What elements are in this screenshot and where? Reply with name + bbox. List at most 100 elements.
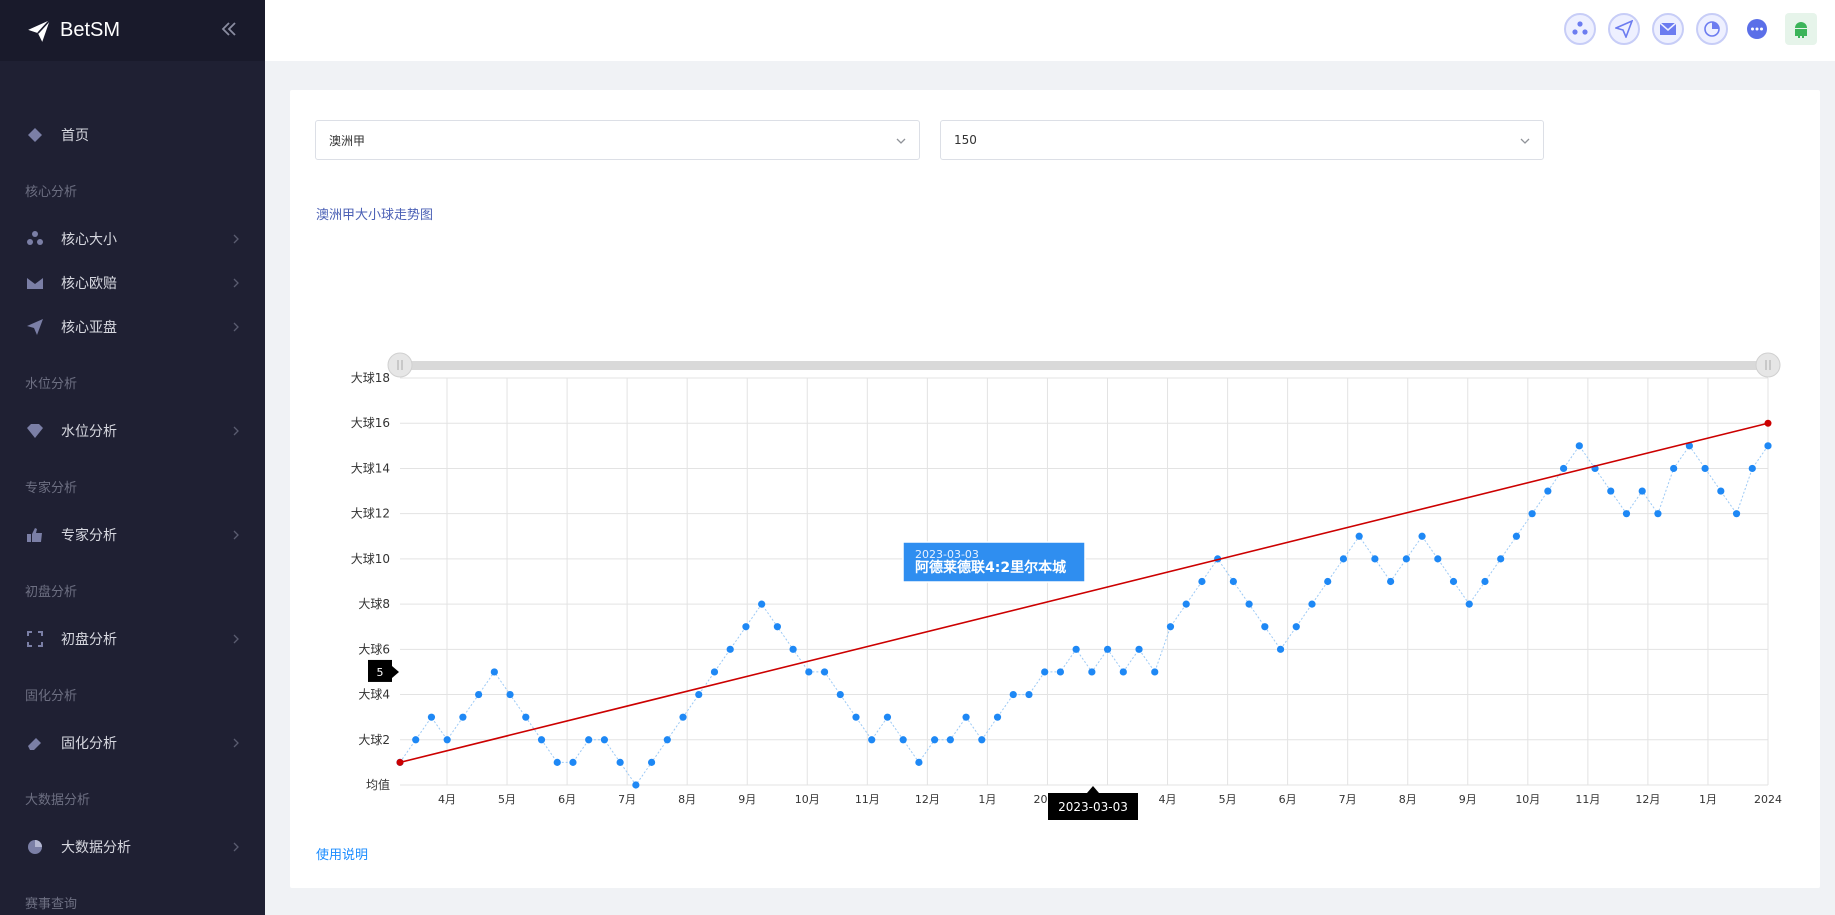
x-tick-label: 6月 — [558, 793, 576, 806]
y-tick-label: 大球4 — [358, 688, 390, 702]
data-point — [836, 690, 844, 699]
brand-name: BetSM — [60, 19, 121, 41]
chart-area[interactable]: 均值 大球2 大球4 大球6 大球8 大球10 大球12 大球14 大球16 大球18 4月 5月 6月… — [290, 240, 1820, 820]
x-tick-label: 11月 — [855, 793, 880, 806]
chart-title: 澳洲甲大小球走势图 — [316, 208, 434, 223]
data-point — [1732, 510, 1741, 518]
chart-card: 澳洲甲 150 澳洲甲大小球走势图 均值 大球2 大球4 大球6 大球8 大球10 大球12… — [290, 90, 1820, 888]
data-point — [1670, 464, 1678, 473]
data-point — [1088, 668, 1096, 676]
sidebar-menu: 首页 核心分析 核心大小 核心欧赔 核心亚盘 水位分析 水位分析 专家分析 专家… — [0, 61, 265, 915]
count-select[interactable]: 150 — [940, 120, 1544, 160]
data-point — [1041, 668, 1049, 676]
chevron-right-icon — [233, 234, 239, 244]
data-point — [1056, 668, 1065, 676]
chevron-down-icon — [896, 138, 906, 144]
sidebar-item-label: 固化分析 — [61, 736, 117, 752]
x-tick-label: 10月 — [795, 793, 820, 806]
data-point — [1607, 487, 1615, 495]
y-tick-label: 大球6 — [358, 642, 390, 656]
chevron-right-icon — [233, 634, 239, 644]
data-point — [1387, 577, 1395, 586]
envelope-icon — [26, 274, 44, 292]
data-point — [1119, 668, 1127, 676]
data-point — [1512, 532, 1521, 540]
chevron-right-icon — [233, 738, 239, 748]
group-title: 核心分析 — [25, 185, 78, 200]
chevron-right-icon — [233, 530, 239, 540]
sidebar-item-core-size[interactable]: 核心大小 — [0, 217, 265, 261]
data-point — [1701, 464, 1709, 473]
group-title: 水位分析 — [25, 377, 78, 392]
sidebar-item-label: 大数据分析 — [61, 840, 131, 856]
sidebar-item-label: 首页 — [61, 128, 89, 144]
sidebar-item-expert[interactable]: 专家分析 — [0, 513, 265, 557]
data-point — [522, 713, 530, 721]
double-chevron-left-icon[interactable] — [218, 18, 240, 40]
chat-bubble-icon[interactable] — [1741, 13, 1773, 45]
data-point — [962, 713, 970, 721]
android-icon[interactable] — [1785, 13, 1817, 45]
data-point — [1151, 668, 1159, 676]
x-tick-label: 5月 — [1219, 793, 1237, 806]
sidebar-item-home[interactable]: 首页 — [0, 113, 265, 157]
range-slider-handle[interactable] — [1755, 352, 1781, 378]
sidebar-item-core-asian[interactable]: 核心亚盘 — [0, 305, 265, 349]
data-point — [1575, 442, 1583, 450]
data-point — [1245, 600, 1253, 608]
group-title: 初盘分析 — [25, 585, 78, 600]
data-point — [475, 690, 483, 699]
data-point — [1355, 532, 1363, 540]
league-select[interactable]: 澳洲甲 — [315, 120, 920, 160]
x-tick-label: 5月 — [498, 793, 516, 806]
data-point — [459, 713, 467, 721]
x-tick-label: 11月 — [1575, 793, 1600, 806]
y-tick-label: 大球2 — [358, 733, 390, 747]
paper-plane-icon — [26, 318, 44, 336]
y-tick-label: 大球8 — [358, 597, 390, 611]
sidebar-item-initial[interactable]: 初盘分析 — [0, 617, 265, 661]
sidebar-item-solidify[interactable]: 固化分析 — [0, 721, 265, 765]
data-point — [1292, 623, 1300, 631]
brand: BetSM — [0, 0, 265, 61]
usage-link[interactable]: 使用说明 — [316, 844, 368, 863]
range-slider-handle[interactable] — [387, 352, 413, 378]
data-point — [805, 668, 813, 676]
cluster-icon[interactable] — [1564, 13, 1596, 45]
data-point — [1622, 510, 1631, 518]
axis-pointer-x-label: 2023-03-03 — [1058, 800, 1128, 814]
x-tick-label: 7月 — [618, 793, 636, 806]
data-point — [1402, 555, 1410, 563]
y-tick-label: 大球18 — [351, 371, 390, 385]
x-tick-label: 9月 — [1459, 793, 1477, 806]
data-point — [553, 758, 561, 766]
sidebar-item-label: 核心亚盘 — [61, 320, 117, 336]
pie-chart-icon — [26, 838, 44, 856]
sidebar-item-label: 水位分析 — [61, 424, 117, 440]
data-point — [1638, 487, 1646, 495]
pie-chart-icon[interactable] — [1696, 13, 1728, 45]
data-point — [1717, 487, 1725, 495]
x-tick-label: 1月 — [1699, 793, 1717, 806]
data-point — [1559, 464, 1568, 473]
sidebar-item-water-level[interactable]: 水位分析 — [0, 409, 265, 453]
sidebar: BetSM 首页 核心分析 核心大小 核心欧赔 核心亚盘 水位分析 水位分析 专… — [0, 0, 265, 915]
data-point — [1261, 623, 1269, 631]
data-point — [1198, 577, 1206, 586]
y-tick-label: 大球12 — [351, 507, 390, 521]
sidebar-item-big-data[interactable]: 大数据分析 — [0, 825, 265, 869]
sidebar-item-core-euro[interactable]: 核心欧赔 — [0, 261, 265, 305]
data-point — [616, 758, 624, 766]
data-point — [710, 668, 719, 676]
trend-chart[interactable]: 均值 大球2 大球4 大球6 大球8 大球10 大球12 大球14 大球16 大球18 4月 5月 6月… — [290, 240, 1820, 820]
data-point — [1276, 645, 1285, 653]
envelope-icon[interactable] — [1652, 13, 1684, 45]
data-point — [726, 645, 734, 653]
group-title: 大数据分析 — [25, 793, 91, 808]
chevron-right-icon — [233, 842, 239, 852]
axis-pointer-y-label: 5 — [377, 666, 384, 679]
group-title: 赛事查询 — [25, 897, 78, 912]
paper-plane-icon[interactable] — [1608, 13, 1640, 45]
paper-plane-icon — [28, 19, 51, 42]
data-point — [758, 600, 766, 608]
